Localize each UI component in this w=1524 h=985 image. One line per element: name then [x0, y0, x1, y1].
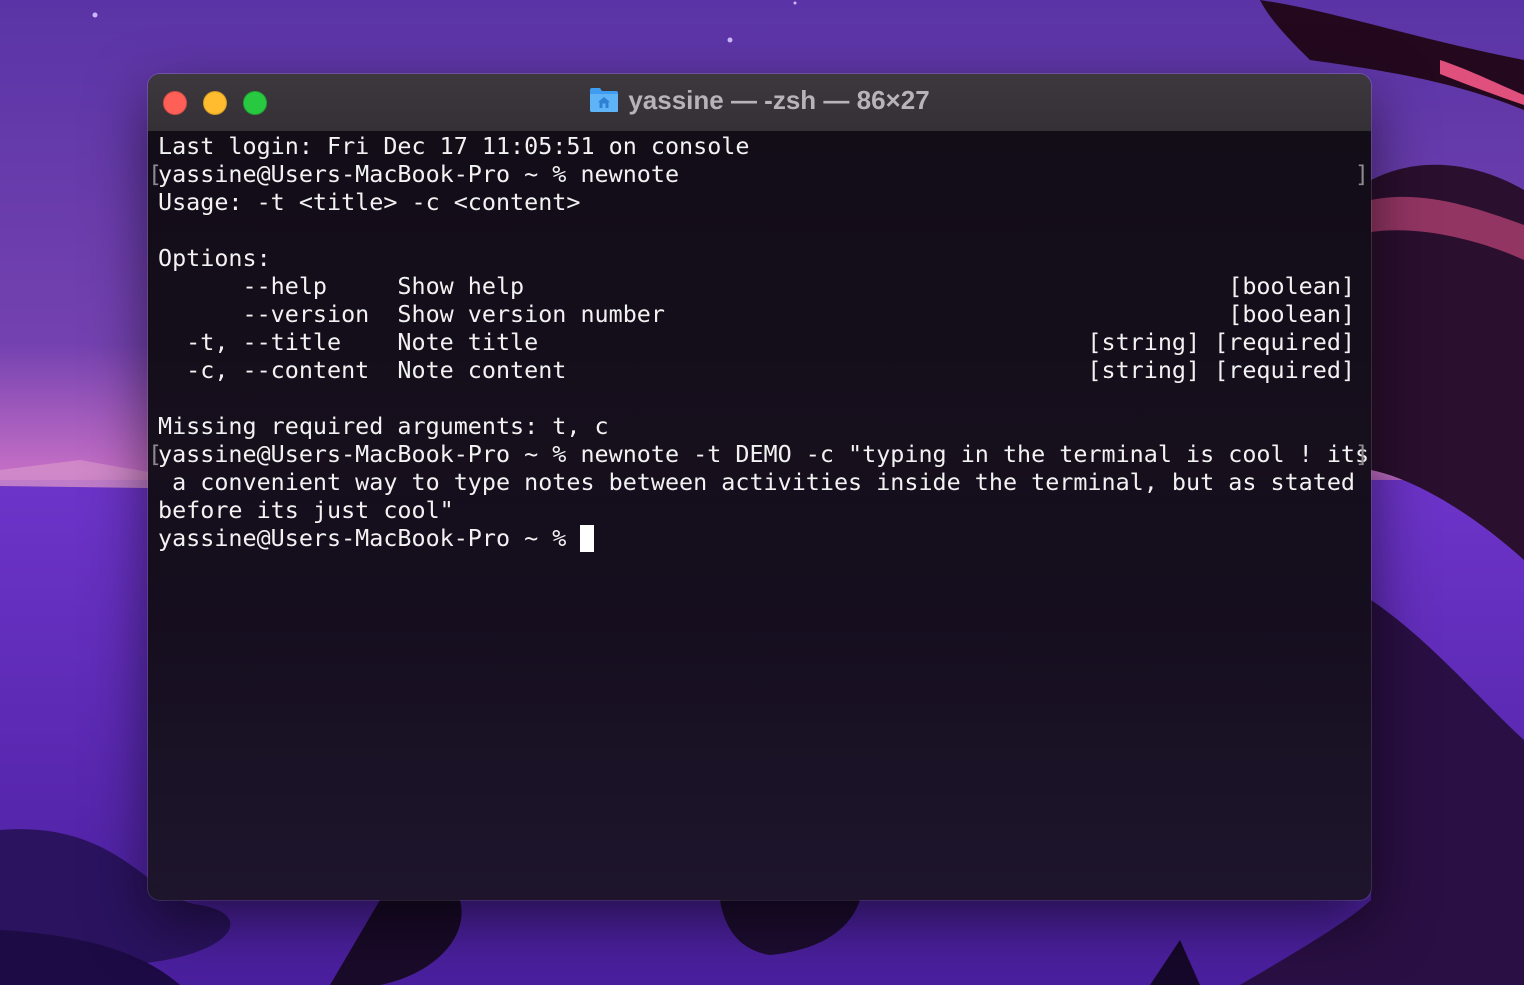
- terminal-line: before its just cool": [158, 496, 454, 524]
- terminal-line: [yassine@Users-MacBook-Pro ~ % newnote -…: [148, 440, 1370, 468]
- terminal-line: [yassine@Users-MacBook-Pro ~ % newnote]: [148, 160, 1369, 188]
- terminal-line: --help Show help [boolean]: [158, 272, 1355, 300]
- shell-prompt: yassine@Users-MacBook-Pro ~ %: [158, 524, 581, 552]
- terminal-output[interactable]: Last login: Fri Dec 17 11:05:51 on conso…: [148, 132, 1370, 552]
- window-title-text: yassine — -zsh — 86×27: [628, 85, 930, 115]
- window-title: yassine — -zsh — 86×27: [148, 85, 1371, 116]
- line-mark-bracket: ]: [1354, 440, 1369, 468]
- line-mark-bracket: [: [148, 440, 163, 468]
- terminal-line: Last login: Fri Dec 17 11:05:51 on conso…: [158, 132, 750, 160]
- line-mark-bracket: [: [148, 160, 163, 188]
- terminal-line: -c, --content Note content [string] [req…: [158, 356, 1355, 384]
- title-bar[interactable]: yassine — -zsh — 86×27: [148, 74, 1371, 132]
- line-mark-bracket: ]: [1354, 160, 1369, 188]
- terminal-prompt-line[interactable]: yassine@Users-MacBook-Pro ~ %: [158, 524, 1363, 552]
- terminal-line: Usage: -t <title> -c <content>: [158, 188, 581, 216]
- terminal-line: a convenient way to type notes between a…: [158, 468, 1355, 496]
- terminal-content[interactable]: Last login: Fri Dec 17 11:05:51 on conso…: [148, 132, 1371, 900]
- terminal-window[interactable]: yassine — -zsh — 86×27 Last login: Fri D…: [148, 74, 1371, 900]
- terminal-line: Options:: [158, 244, 271, 272]
- terminal-line: -t, --title Note title [string] [require…: [158, 328, 1355, 356]
- terminal-line: Missing required arguments: t, c: [158, 412, 609, 440]
- home-folder-icon: [590, 88, 619, 112]
- terminal-line: --version Show version number [boolean]: [158, 300, 1355, 328]
- text-cursor: [580, 525, 595, 552]
